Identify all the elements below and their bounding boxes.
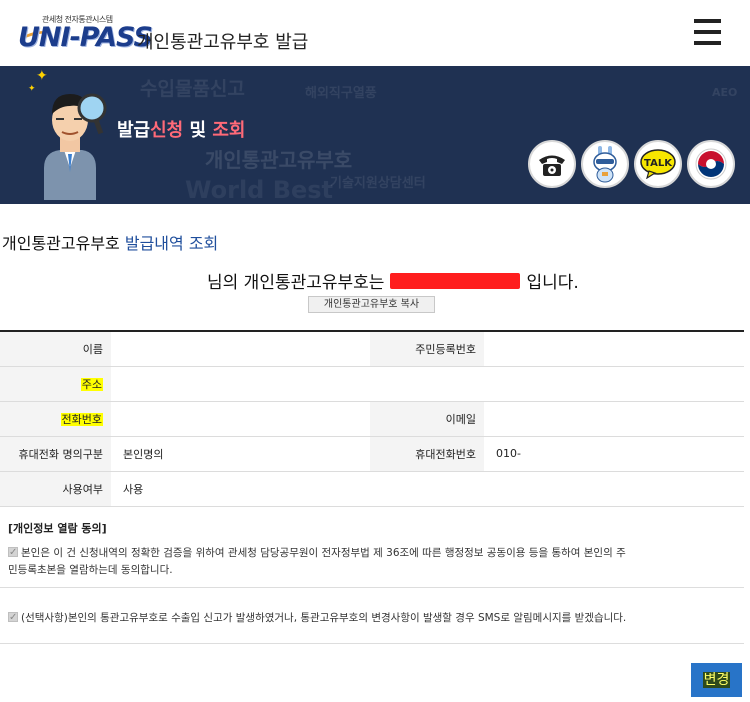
government-button[interactable] bbox=[687, 140, 735, 188]
phone-label: 전화번호 bbox=[0, 401, 111, 437]
redacted-customs-code bbox=[390, 273, 521, 289]
table-row: 전화번호 이메일 bbox=[0, 401, 744, 437]
phone-label-text: 전화번호 bbox=[60, 412, 103, 426]
consent-item-1-text: 본인은 이 건 신청내역의 정확한 검증을 위하여 관세청 담당공무원이 전자정… bbox=[21, 547, 626, 559]
phone-value bbox=[111, 401, 370, 437]
government-emblem-icon bbox=[695, 148, 727, 180]
section-title-text: 개인통관고유부호 bbox=[2, 234, 125, 253]
usage-value: 사용 bbox=[111, 471, 744, 507]
phone-button[interactable] bbox=[528, 140, 576, 188]
inspector-character-icon bbox=[44, 93, 107, 200]
chatbot-icon bbox=[593, 146, 617, 183]
mobile-number-label: 휴대전화번호 bbox=[370, 436, 484, 472]
mobile-number-value: 010- bbox=[484, 436, 744, 472]
usage-label: 사용여부 bbox=[0, 471, 111, 507]
talk-icon: TALK bbox=[640, 149, 676, 179]
banner-bg-word: 해외직구열풍 bbox=[305, 86, 377, 101]
email-value bbox=[484, 401, 744, 437]
banner-title-highlight: 신청 bbox=[150, 120, 184, 141]
section-title-highlight: 발급내역 조회 bbox=[124, 234, 219, 253]
hero-banner: 수입물품신고 해외직구열풍 개인통관고유부호 기술지원상담센터 World Be… bbox=[0, 66, 750, 204]
table-row: 휴대전화 명의구분 본인명의 휴대전화번호 010- bbox=[0, 436, 744, 472]
table-row: 이름 주민등록번호 bbox=[0, 331, 744, 367]
talk-icon-label: TALK bbox=[644, 158, 673, 169]
result-suffix: 입니다. bbox=[526, 273, 579, 293]
consent-item-2-text: (선택사항)본인의 통관고유부호로 수출입 신고가 발생하였거나, 통관고유부호… bbox=[21, 612, 627, 624]
phone-icon bbox=[539, 155, 565, 176]
banner-bg-word: AEO bbox=[712, 86, 738, 99]
address-value bbox=[111, 366, 744, 402]
consent-item-1: 본인은 이 건 신청내역의 정확한 검증을 위하여 관세청 담당공무원이 전자정… bbox=[8, 544, 738, 579]
name-value bbox=[111, 331, 370, 367]
chatbot-button[interactable] bbox=[581, 140, 629, 188]
banner-title-text: 발급 bbox=[117, 120, 151, 141]
name-label: 이름 bbox=[0, 331, 111, 367]
banner-bg-word: 수입물품신고 bbox=[140, 78, 245, 100]
copy-code-button[interactable]: 개인통관고유부호 복사 bbox=[308, 296, 435, 313]
menu-icon[interactable] bbox=[694, 19, 721, 45]
consent-title: [개인정보 열람 동의] bbox=[8, 522, 107, 535]
app-header: 관세청 전자통관시스템 UNI-PASS 개인통관고유부호 발급 bbox=[0, 0, 750, 66]
banner-bg-word: 기술지원상담센터 bbox=[330, 176, 426, 191]
rrn-label: 주민등록번호 bbox=[370, 331, 484, 367]
mobile-type-label: 휴대전화 명의구분 bbox=[0, 436, 111, 472]
consent-item-2: (선택사항)본인의 통관고유부호로 수출입 신고가 발생하였거나, 통관고유부호… bbox=[8, 609, 627, 627]
consent-checkbox-2[interactable] bbox=[8, 609, 18, 626]
table-row: 주소 bbox=[0, 366, 744, 402]
change-button[interactable]: 변경 bbox=[691, 663, 742, 697]
email-label: 이메일 bbox=[370, 401, 484, 437]
logo-text: UNI-PASS bbox=[18, 22, 153, 53]
rrn-value bbox=[484, 331, 744, 367]
change-button-label: 변경 bbox=[702, 672, 731, 688]
mobile-type-value: 본인명의 bbox=[111, 436, 370, 472]
banner-title-highlight: 조회 bbox=[212, 120, 246, 141]
consent-checkbox-1[interactable] bbox=[8, 544, 18, 561]
divider bbox=[0, 643, 744, 644]
result-prefix: 님의 개인통관고유부호는 bbox=[207, 273, 385, 293]
consent-item-1-text-cont: 민등록초본을 열람하는데 동의합니다. bbox=[8, 564, 173, 576]
banner-bg-word: World Best bbox=[185, 176, 334, 204]
unipass-logo[interactable]: 관세청 전자통관시스템 UNI-PASS bbox=[18, 14, 153, 56]
page-title: 개인통관고유부호 발급 bbox=[137, 32, 309, 53]
section-title: 개인통관고유부호 발급내역 조회 bbox=[2, 230, 218, 254]
table-row: 사용여부 사용 bbox=[0, 471, 744, 507]
address-label-text: 주소 bbox=[80, 377, 103, 391]
banner-title: 발급신청 및 조회 bbox=[117, 116, 245, 142]
banner-bg-word: 개인통관고유부호 bbox=[205, 148, 353, 172]
applicant-info-table: 이름 주민등록번호 주소 전화번호 이메일 휴대전화 명의구분 본인명의 휴대전… bbox=[0, 330, 744, 507]
divider bbox=[0, 587, 744, 588]
banner-title-text: 및 bbox=[183, 120, 213, 141]
address-label: 주소 bbox=[0, 366, 111, 402]
kakao-talk-button[interactable]: TALK bbox=[634, 140, 682, 188]
result-message: 님의 개인통관고유부호는 입니다. bbox=[207, 268, 579, 293]
